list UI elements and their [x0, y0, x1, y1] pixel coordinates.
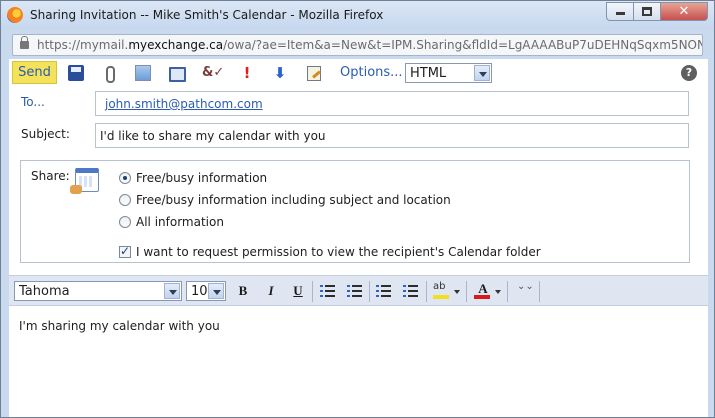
window-title: Sharing Invitation -- Mike Smith's Calen… — [30, 8, 384, 22]
lock-icon — [20, 36, 29, 49]
decrease-indent-icon[interactable] — [376, 283, 392, 299]
highlight-dropdown-icon[interactable] — [454, 290, 460, 294]
recipient-address[interactable]: john.smith@pathcom.com — [105, 97, 263, 111]
font-family-value: Tahoma — [19, 284, 70, 299]
share-option-label: All information — [136, 215, 224, 229]
url-prefix: https://mymail. — [37, 38, 129, 52]
title-bar[interactable]: Sharing Invitation -- Mike Smith's Calen… — [1, 1, 714, 29]
chevron-down-icon[interactable] — [164, 283, 180, 299]
url-host: myexchange.ca — [128, 38, 224, 52]
italic-button[interactable]: I — [263, 283, 279, 299]
font-family-select[interactable]: Tahoma — [14, 281, 182, 301]
chevron-down-icon[interactable] — [474, 65, 490, 81]
numbering-icon[interactable] — [347, 283, 363, 299]
address-book-icon[interactable] — [168, 65, 186, 82]
calendar-share-icon — [70, 168, 99, 194]
request-permission-label: I want to request permission to view the… — [136, 245, 541, 259]
toolbar-divider — [426, 281, 427, 302]
share-options-panel: Share: Free/busy information Free/busy i… — [20, 160, 690, 263]
toolbar-divider — [312, 281, 313, 302]
radio-free-busy[interactable] — [119, 172, 131, 184]
compose-form: Send &✓ ! ⬇ Options... HTML ? To... john… — [9, 59, 708, 417]
highlight-icon[interactable]: ab — [433, 281, 451, 299]
font-color-dropdown-icon[interactable] — [495, 290, 501, 294]
options-link[interactable]: Options... — [340, 65, 403, 80]
to-field[interactable]: john.smith@pathcom.com — [95, 91, 689, 116]
message-body-text: I'm sharing my calendar with you — [19, 319, 220, 333]
message-format-value: HTML — [410, 66, 447, 81]
minimize-icon — [616, 12, 625, 15]
toolbar-divider — [466, 281, 467, 302]
address-bar[interactable]: https://mymail.myexchange.ca/owa/?ae=Ite… — [12, 34, 703, 56]
chevron-down-icon[interactable] — [208, 283, 224, 299]
font-size-select[interactable]: 10 — [186, 281, 226, 301]
bold-button[interactable]: B — [235, 283, 251, 299]
url-path: /owa/?ae=Item&a=New&t=IPM.Sharing&fldId=… — [223, 38, 702, 52]
attach-icon[interactable] — [101, 65, 117, 83]
font-size-value: 10 — [191, 284, 208, 299]
url-text[interactable]: https://mymail.myexchange.ca/owa/?ae=Ite… — [37, 38, 702, 52]
low-importance-icon[interactable]: ⬇ — [272, 65, 288, 81]
radio-all-information[interactable] — [119, 216, 131, 228]
font-color-icon[interactable]: A — [474, 281, 492, 299]
close-window-button[interactable]: ✕ — [660, 2, 708, 21]
save-icon[interactable] — [68, 65, 84, 81]
radio-free-busy-details[interactable] — [119, 194, 131, 206]
window-controls: ✕ — [606, 2, 708, 21]
high-importance-icon[interactable]: ! — [239, 65, 255, 81]
formatting-toolbar: Tahoma 10 B I U ab A ⌄⌄ — [9, 275, 708, 306]
share-label: Share: — [31, 169, 70, 183]
toolbar-divider — [369, 281, 370, 302]
message-body[interactable]: I'm sharing my calendar with you — [9, 307, 708, 417]
maximize-button[interactable] — [633, 2, 660, 21]
compose-toolbar: Send &✓ ! ⬇ Options... HTML ? — [9, 59, 708, 87]
bullets-icon[interactable] — [320, 283, 336, 299]
insert-image-icon[interactable] — [135, 65, 151, 81]
more-formatting-icon[interactable]: ⌄⌄ — [517, 282, 534, 299]
subject-field[interactable]: I'd like to share my calendar with you — [95, 123, 689, 148]
subject-value: I'd like to share my calendar with you — [100, 129, 326, 143]
toolbar-divider — [539, 281, 540, 302]
underline-button[interactable]: U — [290, 283, 306, 299]
share-option-label: Free/busy information including subject … — [136, 193, 451, 207]
increase-indent-icon[interactable] — [403, 283, 419, 299]
message-format-select[interactable]: HTML — [405, 63, 492, 83]
firefox-logo-icon — [7, 7, 23, 23]
minimize-button[interactable] — [606, 2, 633, 21]
help-icon[interactable]: ? — [681, 65, 697, 81]
close-icon: ✕ — [678, 4, 690, 19]
toolbar-divider — [507, 281, 508, 302]
send-button[interactable]: Send — [12, 61, 57, 84]
message-options-icon[interactable] — [306, 65, 322, 81]
to-button[interactable]: To... — [21, 95, 45, 109]
browser-window: Sharing Invitation -- Mike Smith's Calen… — [0, 0, 715, 418]
share-option-label: Free/busy information — [136, 171, 268, 185]
maximize-icon — [642, 7, 652, 16]
subject-label: Subject: — [21, 127, 70, 141]
check-names-icon[interactable]: &✓ — [202, 65, 224, 81]
request-permission-checkbox[interactable] — [119, 244, 131, 258]
